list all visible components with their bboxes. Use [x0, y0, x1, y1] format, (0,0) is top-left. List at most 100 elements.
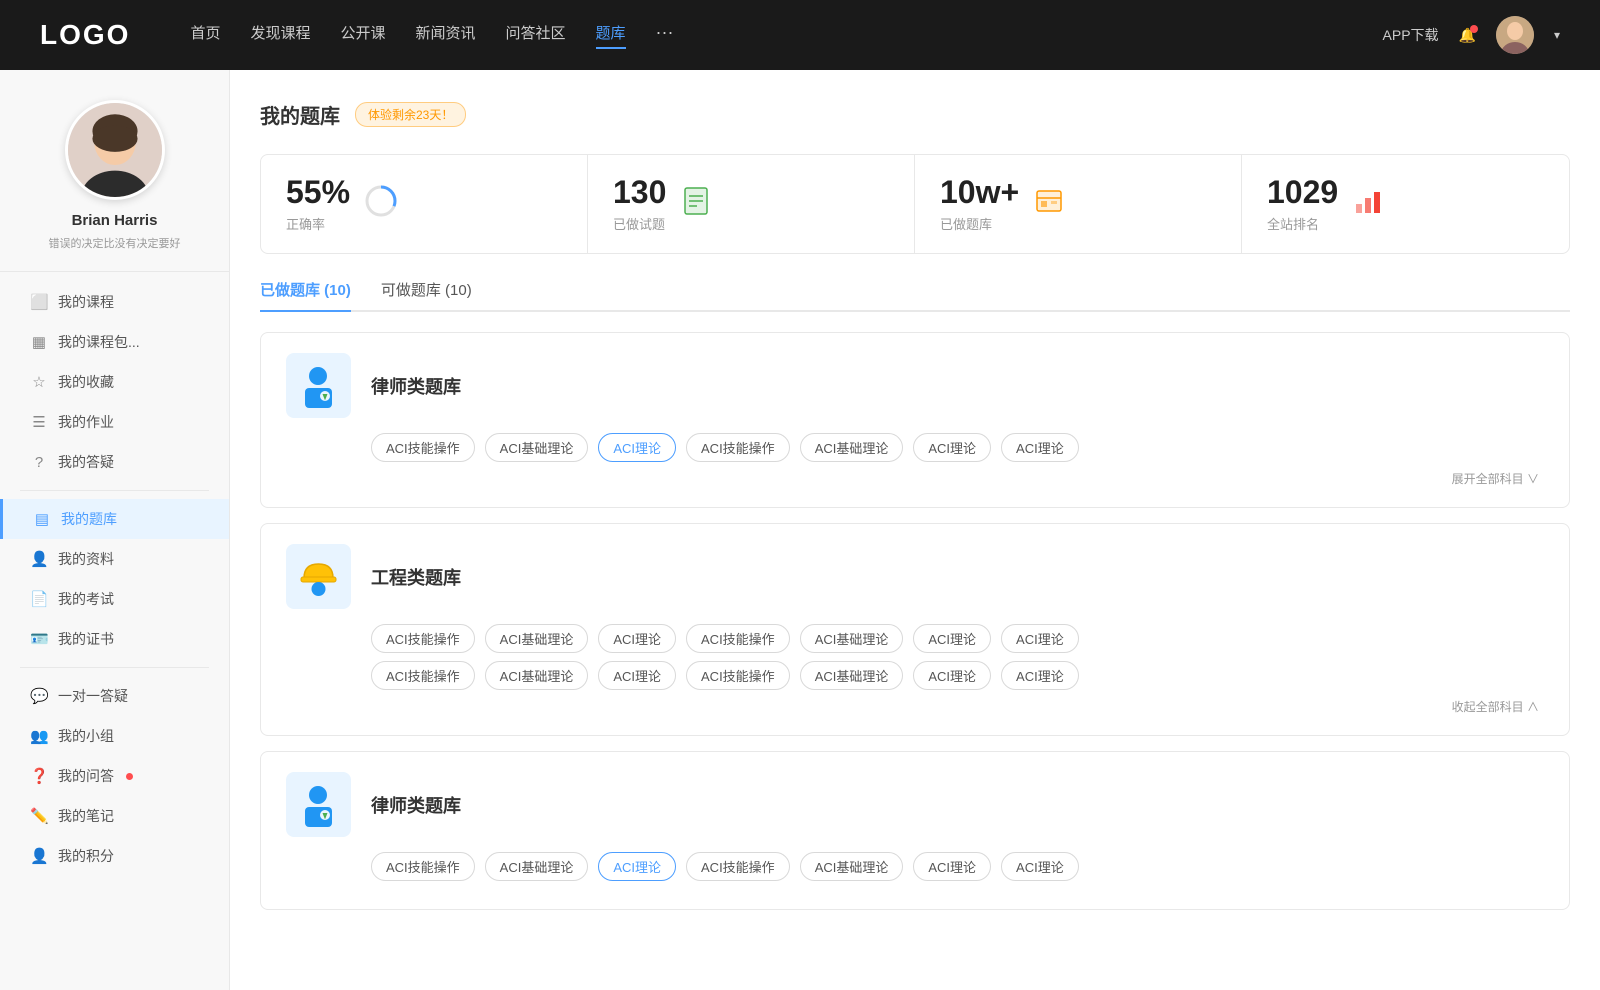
eng-tag-2[interactable]: ACI基础理论	[485, 624, 589, 653]
eng-tag-5[interactable]: ACI基础理论	[800, 624, 904, 653]
app-download-link[interactable]: APP下载	[1383, 25, 1439, 45]
stat-banks-done: 10w+ 已做题库	[915, 155, 1242, 253]
bank-item-engineer: 工程类题库 ACI技能操作 ACI基础理论 ACI理论 ACI技能操作 ACI基…	[260, 523, 1570, 736]
law2-tag-3-active[interactable]: ACI理论	[598, 852, 676, 881]
sidebar-item-materials[interactable]: 👤 我的资料	[0, 539, 229, 579]
stats-row: 55% 正确率 130 已做试题	[260, 154, 1570, 254]
avatar[interactable]	[1496, 16, 1534, 54]
bank-item-lawyer-2: 律师类题库 ACI技能操作 ACI基础理论 ACI理论 ACI技能操作 ACI基…	[260, 751, 1570, 910]
sidebar-item-exams[interactable]: 📄 我的考试	[0, 579, 229, 619]
bank-engineer-collapse[interactable]: 收起全部科目 ∧	[286, 698, 1544, 715]
page-title: 我的题库	[260, 100, 340, 129]
nav-discover[interactable]: 发现课程	[250, 22, 310, 49]
sidebar-item-one-on-one[interactable]: 💬 一对一答疑	[0, 676, 229, 716]
bank-lawyer-1-expand[interactable]: 展开全部科目 ∨	[286, 470, 1544, 487]
sidebar-item-question-bank[interactable]: ▤ 我的题库	[0, 499, 229, 539]
eng-tag-r2-5[interactable]: ACI基础理论	[800, 661, 904, 690]
nav-news[interactable]: 新闻资讯	[416, 22, 476, 49]
tabs: 已做题库 (10) 可做题库 (10)	[260, 279, 1570, 312]
eng-tag-r2-1[interactable]: ACI技能操作	[371, 661, 475, 690]
sidebar: Brian Harris 错误的决定比没有决定要好 ⬜ 我的课程 ▦ 我的课程包…	[0, 70, 230, 990]
tag-4[interactable]: ACI技能操作	[686, 433, 790, 462]
eng-tag-7[interactable]: ACI理论	[1001, 624, 1079, 653]
sidebar-item-points[interactable]: 👤 我的积分	[0, 836, 229, 876]
sidebar-item-groups[interactable]: 👥 我的小组	[0, 716, 229, 756]
one-on-one-icon: 💬	[30, 687, 48, 705]
bank-lawyer-2-icon-wrap	[286, 772, 351, 837]
bank-lawyer-1-title: 律师类题库	[371, 373, 461, 399]
eng-tag-r2-6[interactable]: ACI理论	[913, 661, 991, 690]
eng-tag-4[interactable]: ACI技能操作	[686, 624, 790, 653]
questions-icon: ❓	[30, 767, 48, 785]
tag-5[interactable]: ACI基础理论	[800, 433, 904, 462]
bell-icon[interactable]: 🔔	[1459, 27, 1476, 44]
notes-icon: ✏️	[30, 807, 48, 825]
sidebar-divider-1	[20, 490, 209, 491]
eng-tag-6[interactable]: ACI理论	[913, 624, 991, 653]
tag-1[interactable]: ACI技能操作	[371, 433, 475, 462]
sidebar-item-questions[interactable]: ❓ 我的问答	[0, 756, 229, 796]
sidebar-item-label: 我的问答	[58, 766, 114, 786]
tag-3-active[interactable]: ACI理论	[598, 433, 676, 462]
bank-engineer-tags-row1: ACI技能操作 ACI基础理论 ACI理论 ACI技能操作 ACI基础理论 AC…	[286, 624, 1544, 653]
sidebar-item-favorites[interactable]: ☆ 我的收藏	[0, 362, 229, 402]
tab-available[interactable]: 可做题库 (10)	[381, 279, 472, 310]
sidebar-item-homework[interactable]: ☰ 我的作业	[0, 402, 229, 442]
stat-questions-done: 130 已做试题	[588, 155, 915, 253]
eng-tag-1[interactable]: ACI技能操作	[371, 624, 475, 653]
sidebar-item-course-packages[interactable]: ▦ 我的课程包...	[0, 322, 229, 362]
nav-qa[interactable]: 问答社区	[506, 22, 566, 49]
points-icon: 👤	[30, 847, 48, 865]
sidebar-item-label: 我的笔记	[58, 806, 114, 826]
tag-6[interactable]: ACI理论	[913, 433, 991, 462]
questions-doc-icon	[681, 186, 711, 223]
law2-tag-5[interactable]: ACI基础理论	[800, 852, 904, 881]
groups-icon: 👥	[30, 727, 48, 745]
nav-more[interactable]: ···	[656, 22, 674, 49]
tag-2[interactable]: ACI基础理论	[485, 433, 589, 462]
sidebar-item-my-courses[interactable]: ⬜ 我的课程	[0, 282, 229, 322]
main-layout: Brian Harris 错误的决定比没有决定要好 ⬜ 我的课程 ▦ 我的课程包…	[0, 70, 1600, 990]
eng-tag-r2-4[interactable]: ACI技能操作	[686, 661, 790, 690]
bank-item-lawyer-1: 律师类题库 ACI技能操作 ACI基础理论 ACI理论 ACI技能操作 ACI基…	[260, 332, 1570, 508]
sidebar-item-certificates[interactable]: 🪪 我的证书	[0, 619, 229, 659]
nav-links: 首页 发现课程 公开课 新闻资讯 问答社区 题库 ···	[190, 22, 1342, 49]
bank-engineer-title: 工程类题库	[371, 564, 461, 590]
bank-engineer-icon-wrap	[286, 544, 351, 609]
law2-tag-7[interactable]: ACI理论	[1001, 852, 1079, 881]
sidebar-item-label: 我的积分	[58, 846, 114, 866]
exams-icon: 📄	[30, 590, 48, 608]
eng-tag-r2-7[interactable]: ACI理论	[1001, 661, 1079, 690]
sidebar-divider-2	[20, 667, 209, 668]
nav-home[interactable]: 首页	[190, 22, 220, 49]
packages-icon: ▦	[30, 333, 48, 351]
banks-icon	[1034, 186, 1064, 223]
sidebar-item-label: 我的课程包...	[58, 332, 140, 352]
stat-banks-label: 已做题库	[940, 214, 1019, 233]
question-bank-icon: ▤	[33, 510, 51, 528]
sidebar-item-label: 我的课程	[58, 292, 114, 312]
eng-tag-3[interactable]: ACI理论	[598, 624, 676, 653]
law2-tag-6[interactable]: ACI理论	[913, 852, 991, 881]
user-menu-chevron[interactable]: ▾	[1554, 28, 1560, 42]
eng-tag-r2-2[interactable]: ACI基础理论	[485, 661, 589, 690]
page-header: 我的题库 体验剩余23天！	[260, 100, 1570, 129]
eng-tag-r2-3[interactable]: ACI理论	[598, 661, 676, 690]
stat-questions-label: 已做试题	[613, 214, 666, 233]
stat-ranking: 1029 全站排名	[1242, 155, 1569, 253]
sidebar-item-notes[interactable]: ✏️ 我的笔记	[0, 796, 229, 836]
nav-question-bank[interactable]: 题库	[596, 22, 626, 49]
nav-open-course[interactable]: 公开课	[340, 22, 385, 49]
profile-section: Brian Harris 错误的决定比没有决定要好	[0, 100, 229, 272]
law2-tag-2[interactable]: ACI基础理论	[485, 852, 589, 881]
sidebar-item-qa[interactable]: ? 我的答疑	[0, 442, 229, 482]
star-icon: ☆	[30, 373, 48, 391]
law2-tag-1[interactable]: ACI技能操作	[371, 852, 475, 881]
tab-done[interactable]: 已做题库 (10)	[260, 279, 351, 310]
bank-engineer-tags-row2: ACI技能操作 ACI基础理论 ACI理论 ACI技能操作 ACI基础理论 AC…	[286, 661, 1544, 690]
bank-lawyer-1-tags: ACI技能操作 ACI基础理论 ACI理论 ACI技能操作 ACI基础理论 AC…	[286, 433, 1544, 462]
cert-icon: 🪪	[30, 630, 48, 648]
law2-tag-4[interactable]: ACI技能操作	[686, 852, 790, 881]
navbar: LOGO 首页 发现课程 公开课 新闻资讯 问答社区 题库 ··· APP下载 …	[0, 0, 1600, 70]
tag-7[interactable]: ACI理论	[1001, 433, 1079, 462]
